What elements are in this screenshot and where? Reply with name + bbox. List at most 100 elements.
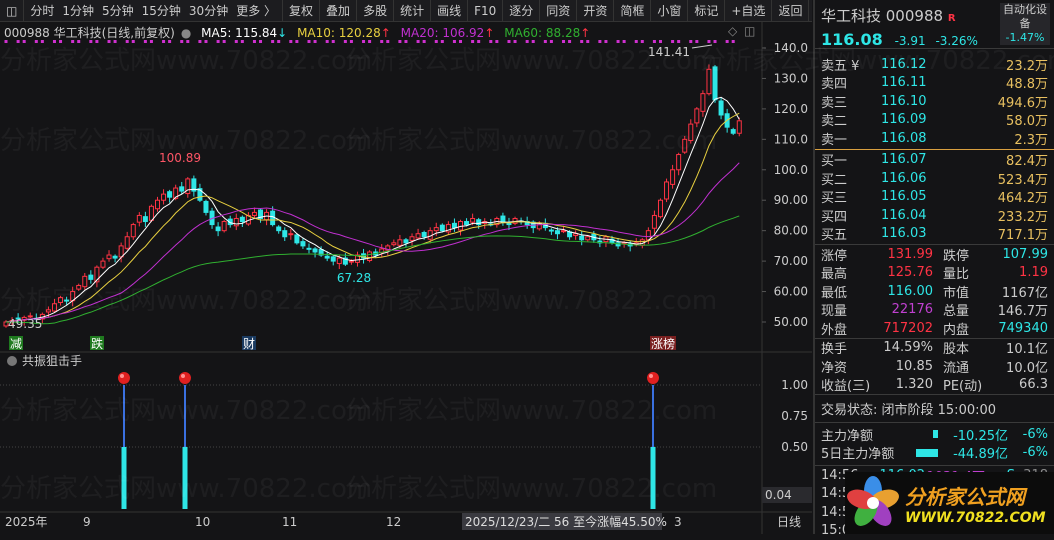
stat-value: 1.19	[993, 265, 1048, 280]
order-book-row: 卖一116.082.3万	[815, 129, 1054, 148]
flow-pct: -6%	[1008, 445, 1048, 460]
candle-body	[131, 225, 135, 237]
signal-ball	[118, 372, 130, 384]
stat-value: 66.3	[993, 377, 1048, 392]
toolbar-button[interactable]: 小窗	[651, 0, 688, 22]
candle-body	[349, 261, 353, 262]
level-price: 116.06	[881, 171, 951, 186]
candle-body	[283, 231, 287, 237]
signal-dot	[404, 40, 407, 43]
signal-dot	[53, 40, 56, 43]
price-tick-label: 140.0	[774, 41, 808, 55]
signal-dot	[598, 40, 601, 43]
toolbar-button[interactable]: +自选	[725, 0, 772, 22]
level-volume: 523.4万	[951, 169, 1048, 188]
signal-dot	[326, 40, 329, 43]
last-price: 116.08	[821, 30, 883, 49]
stat-value: 717202	[871, 321, 933, 336]
stat-row: 换手14.59%股本10.1亿	[815, 339, 1054, 358]
level-price: 116.08	[881, 131, 951, 146]
signal-ball	[647, 372, 659, 384]
toolbar-button[interactable]: 同资	[540, 0, 577, 22]
panel-toggle-icon[interactable]: ◫	[0, 0, 24, 22]
toolbar-button[interactable]: 叠加	[320, 0, 357, 22]
candle-body	[683, 139, 687, 152]
time-tick-label: 12	[386, 515, 401, 529]
toolbar-button[interactable]: 统计	[394, 0, 431, 22]
sector-badge[interactable]: 自动化设备-1.47%	[1000, 3, 1050, 45]
toolbar-button[interactable]: 复权	[283, 0, 320, 22]
candle-body	[562, 231, 566, 232]
period-tab[interactable]: 30分钟	[185, 2, 232, 19]
signal-dot	[526, 40, 529, 43]
order-book-row: 卖四116.1148.8万	[815, 74, 1054, 93]
event-label[interactable]: 减	[10, 337, 22, 351]
stat-value: 146.7万	[993, 300, 1048, 319]
stat-value: 125.76	[871, 265, 933, 280]
toolbar-button[interactable]: 逐分	[503, 0, 540, 22]
logo-url: WWW.70822.COM	[905, 510, 1046, 526]
toolbar-button[interactable]: 画线	[431, 0, 468, 22]
candle-body	[204, 201, 208, 212]
signal-dot	[308, 40, 311, 43]
event-label[interactable]: 涨榜	[651, 336, 675, 351]
signal-dot	[417, 40, 420, 43]
signal-dot	[604, 40, 607, 43]
period-tab[interactable]: 15分钟	[138, 2, 185, 19]
event-label[interactable]: 财	[243, 337, 255, 351]
period-tab[interactable]: 1分钟	[58, 2, 98, 19]
signal-dot	[23, 40, 26, 43]
signal-dot	[568, 40, 571, 43]
candle-body	[77, 285, 81, 289]
toolbar-button[interactable]: 开资	[577, 0, 614, 22]
toolbar-button[interactable]: 返回	[772, 0, 809, 22]
logo-banner: 分析家公式网 WWW.70822.COM	[845, 472, 1054, 534]
stat-label: 内盘	[943, 319, 993, 338]
signal-dot	[95, 40, 98, 43]
stat-row: 外盘717202内盘749340	[815, 319, 1054, 338]
collapse-icon[interactable]	[7, 356, 17, 366]
signal-dot	[204, 40, 207, 43]
level-label: 买二	[821, 169, 881, 188]
signal-dot	[126, 40, 129, 43]
candle-body	[83, 276, 87, 286]
ma10-line	[6, 113, 739, 322]
candle-body	[652, 215, 656, 228]
period-label[interactable]: 日线	[777, 515, 801, 529]
time-tick-label: 2025年	[5, 515, 48, 529]
period-tab[interactable]: 分时	[26, 2, 58, 19]
candle-body	[125, 237, 129, 249]
kline-chart[interactable]: 140.0130.0120.0110.0100.090.0080.0070.00…	[0, 22, 812, 534]
toolbar-button[interactable]: 多股	[357, 0, 394, 22]
level-label: 卖四	[821, 73, 881, 92]
signal-dot	[635, 40, 638, 43]
period-tab[interactable]: 5分钟	[98, 2, 138, 19]
event-label[interactable]: 跌	[91, 336, 103, 351]
price-tick-label: 130.0	[774, 71, 808, 85]
signal-dot	[71, 40, 74, 43]
candle-body	[289, 234, 293, 235]
level-price: 116.10	[881, 94, 951, 109]
toolbar-button[interactable]: 简框	[614, 0, 651, 22]
candle-body	[719, 101, 723, 115]
flow-pct: -6%	[1008, 427, 1048, 442]
toolbar-button[interactable]: 标记	[688, 0, 725, 22]
candle-body	[162, 194, 166, 200]
price-tick-label: 100.0	[774, 163, 808, 177]
order-book-row: 买四116.04233.2万	[815, 206, 1054, 225]
signal-dot	[732, 40, 735, 43]
toolbar-button[interactable]: F10	[468, 0, 503, 22]
candle-body	[65, 300, 69, 301]
signal-dot	[168, 40, 171, 43]
candle-body	[240, 217, 244, 221]
order-book-row: 卖二116.0958.0万	[815, 111, 1054, 130]
price-tick-label: 110.0	[774, 132, 808, 146]
signal-dot	[223, 40, 226, 43]
level-label: 卖二	[821, 110, 881, 129]
stat-label: 收益(三)	[821, 375, 871, 394]
signal-dot	[459, 40, 462, 43]
signal-dot	[623, 40, 626, 43]
level-volume: 464.2万	[951, 187, 1048, 206]
period-tab[interactable]: 更多 〉	[232, 2, 280, 19]
candle-body	[689, 124, 693, 140]
